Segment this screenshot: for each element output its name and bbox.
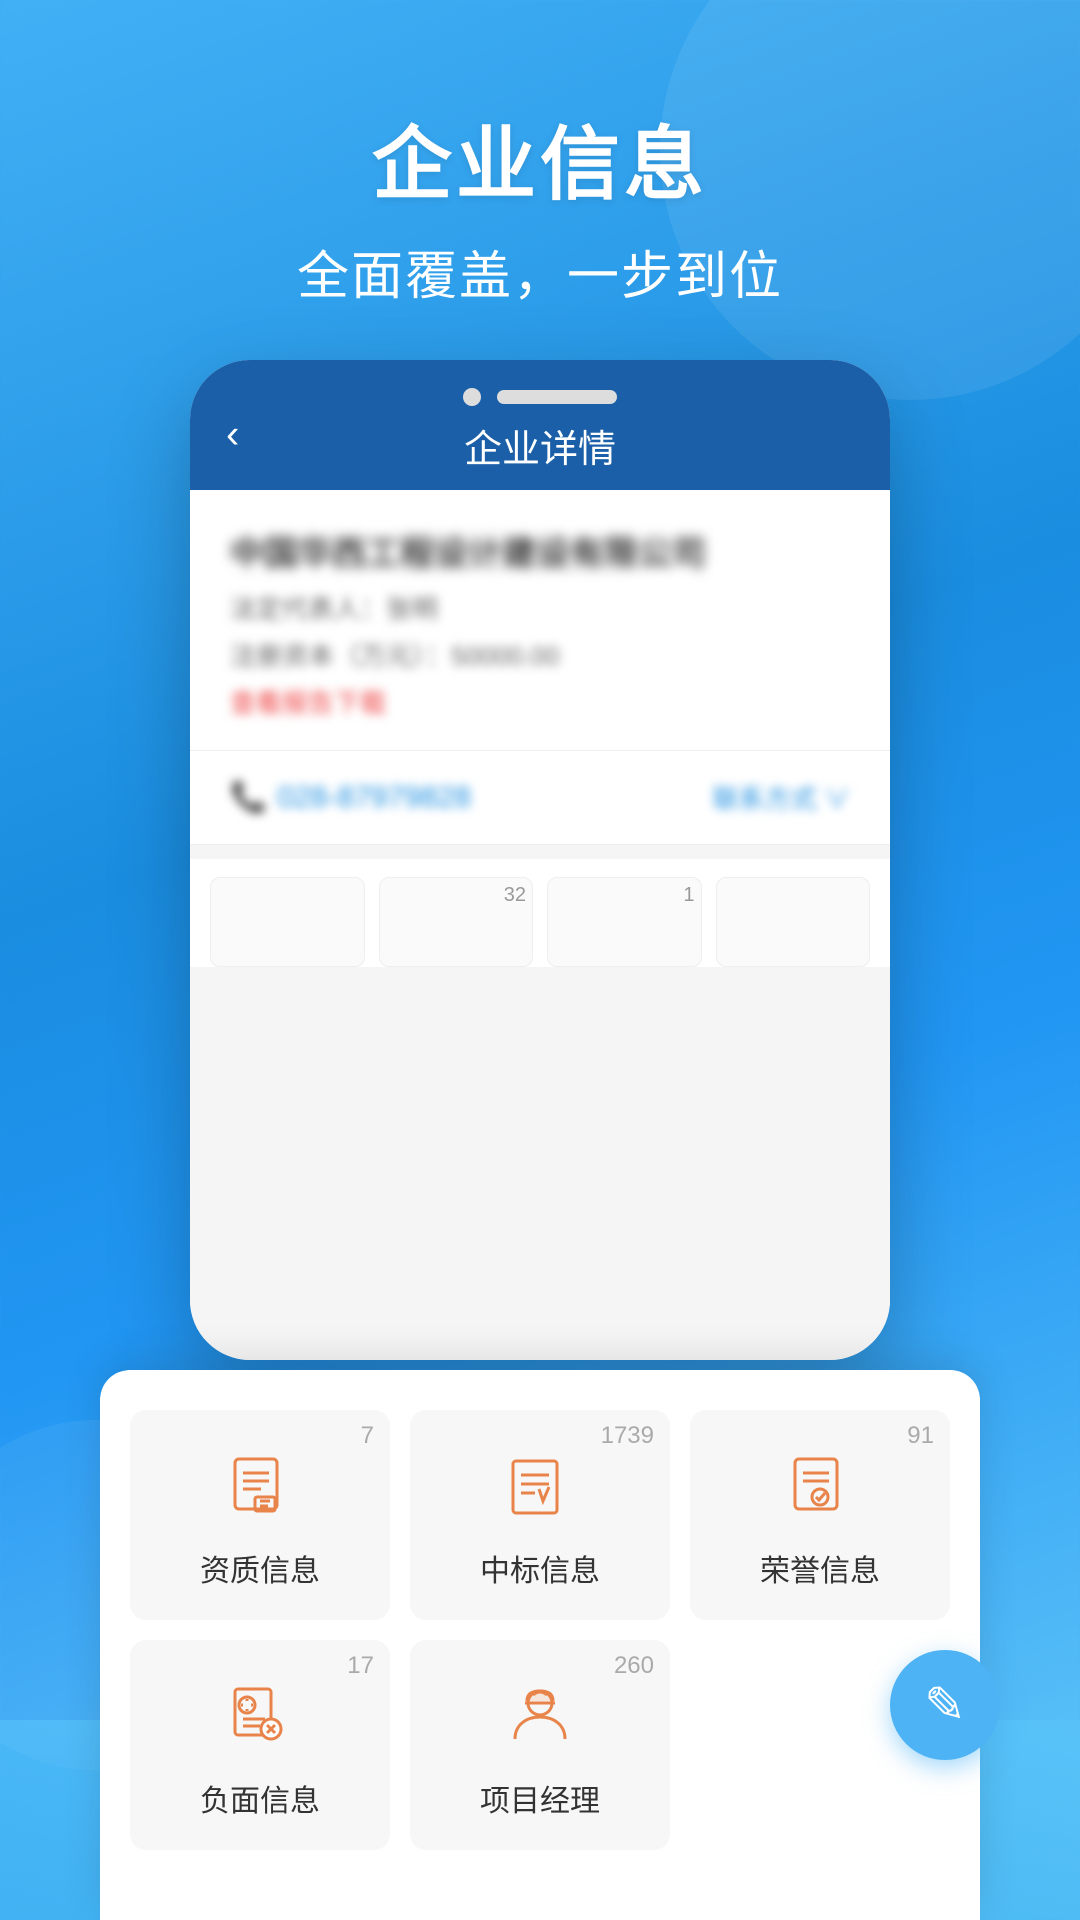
company-card: 中国华西工程设计建设有限公司 法定代表人：张明 注册资本（万元）：50000.0… (190, 490, 890, 751)
back-button[interactable]: ‹ (226, 413, 239, 458)
qualification-badge: 7 (361, 1422, 374, 1450)
manager-icon (500, 1676, 580, 1756)
stat-item-doc[interactable]: 32 (379, 877, 534, 967)
fab-button[interactable]: ✎ (890, 1650, 1000, 1760)
reg-capital-row: 注册资本（万元）：50000.00 (230, 636, 850, 673)
header-section: 企业信息 全面覆盖，一步到位 (0, 100, 1080, 309)
bid-badge: 1739 (601, 1422, 654, 1450)
phone-number: 📞 028-87979828 (230, 780, 471, 815)
qualification-icon (220, 1446, 300, 1526)
stat-item-book[interactable] (716, 877, 871, 967)
header-title: 企业信息 (0, 100, 1080, 216)
grid-item-bid[interactable]: 1739 中标信息 (410, 1410, 670, 1620)
phone-content: 中国华西工程设计建设有限公司 法定代表人：张明 注册资本（万元）：50000.0… (190, 490, 890, 1360)
honor-badge: 91 (907, 1422, 934, 1450)
grid-row-2: 17 负面信息 260 (130, 1640, 950, 1850)
phone-speaker (497, 390, 617, 404)
navbar-title: 企业详情 (464, 418, 616, 473)
manager-label: 项目经理 (480, 1776, 600, 1820)
negative-badge: 17 (347, 1652, 374, 1680)
bid-label: 中标信息 (480, 1546, 600, 1590)
phone-mockup: ‹ 企业详情 中国华西工程设计建设有限公司 法定代表人：张明 注册资本（万元）：… (190, 360, 890, 1360)
phone-camera (463, 388, 481, 406)
company-link[interactable]: 查看报告下载 (230, 683, 850, 720)
negative-icon (220, 1676, 300, 1756)
fab-edit-icon: ✎ (924, 1676, 966, 1734)
contact-link[interactable]: 联系方式 ∨ (713, 779, 850, 816)
manager-badge: 260 (614, 1652, 654, 1680)
honor-label: 荣誉信息 (760, 1546, 880, 1590)
header-subtitle: 全面覆盖，一步到位 (0, 234, 1080, 309)
qualification-label: 资质信息 (200, 1546, 320, 1590)
negative-label: 负面信息 (200, 1776, 320, 1820)
stat-item-building[interactable] (210, 877, 365, 967)
bottom-panel: 7 资质信息 1739 (100, 1370, 980, 1920)
stat-badge-bank: 1 (683, 884, 694, 907)
phone-topbar (463, 388, 617, 406)
grid-item-honor[interactable]: 91 荣誉信息 (690, 1410, 950, 1620)
grid-item-negative[interactable]: 17 负面信息 (130, 1640, 390, 1850)
grid-item-manager[interactable]: 260 项目经理 (410, 1640, 670, 1850)
app-navbar: ‹ 企业详情 (190, 360, 890, 490)
stat-badge-doc: 32 (504, 884, 526, 907)
phone-number-row: 📞 028-87979828 联系方式 ∨ (190, 751, 890, 845)
bid-icon (500, 1446, 580, 1526)
grid-item-qualification[interactable]: 7 资质信息 (130, 1410, 390, 1620)
stat-item-bank[interactable]: 1 (547, 877, 702, 967)
legal-person-row: 法定代表人：张明 (230, 589, 850, 626)
grid-row-1: 7 资质信息 1739 (130, 1410, 950, 1620)
company-name: 中国华西工程设计建设有限公司 (230, 526, 850, 575)
stats-row: 32 1 (190, 859, 890, 967)
honor-icon (780, 1446, 860, 1526)
